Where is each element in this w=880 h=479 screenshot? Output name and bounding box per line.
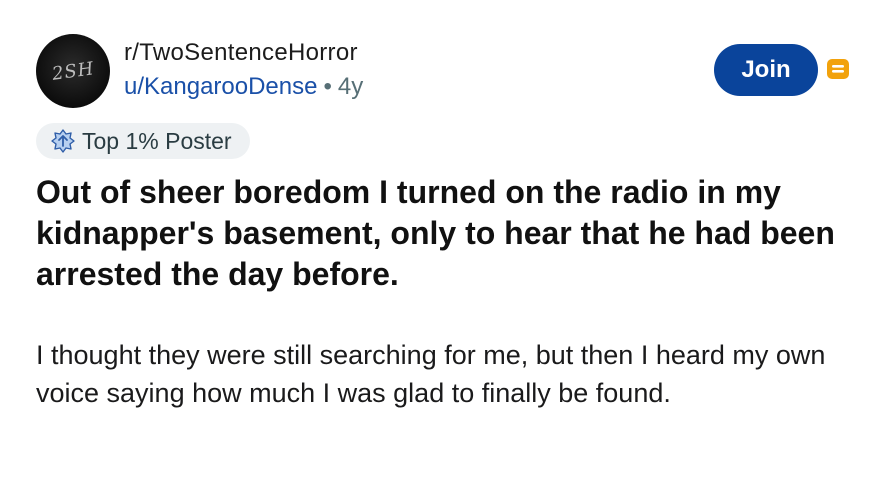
post-title[interactable]: Out of sheer boredom I turned on the rad… bbox=[36, 172, 856, 295]
join-button[interactable]: Join bbox=[714, 44, 818, 96]
avatar-logo-text: 2SH bbox=[50, 57, 96, 85]
user-flair[interactable]: Top 1% Poster bbox=[36, 123, 250, 159]
subreddit-link[interactable]: r/TwoSentenceHorror bbox=[124, 38, 363, 68]
author-line: u/KangarooDense • 4y bbox=[124, 72, 363, 102]
achievement-badge-icon[interactable] bbox=[825, 56, 851, 82]
post-card: 2SH r/TwoSentenceHorror u/KangarooDense •… bbox=[0, 0, 880, 479]
post-age: 4y bbox=[337, 73, 364, 100]
post-body: I thought they were still searching for … bbox=[36, 340, 826, 408]
meta-separator: • bbox=[323, 73, 332, 100]
subreddit-avatar[interactable]: 2SH bbox=[36, 34, 110, 108]
flair-label: Top 1% Poster bbox=[82, 127, 232, 154]
top-poster-badge-icon bbox=[51, 129, 75, 153]
post-meta: r/TwoSentenceHorror u/KangarooDense • 4y bbox=[124, 38, 363, 102]
author-link[interactable]: u/KangarooDense bbox=[124, 73, 317, 100]
